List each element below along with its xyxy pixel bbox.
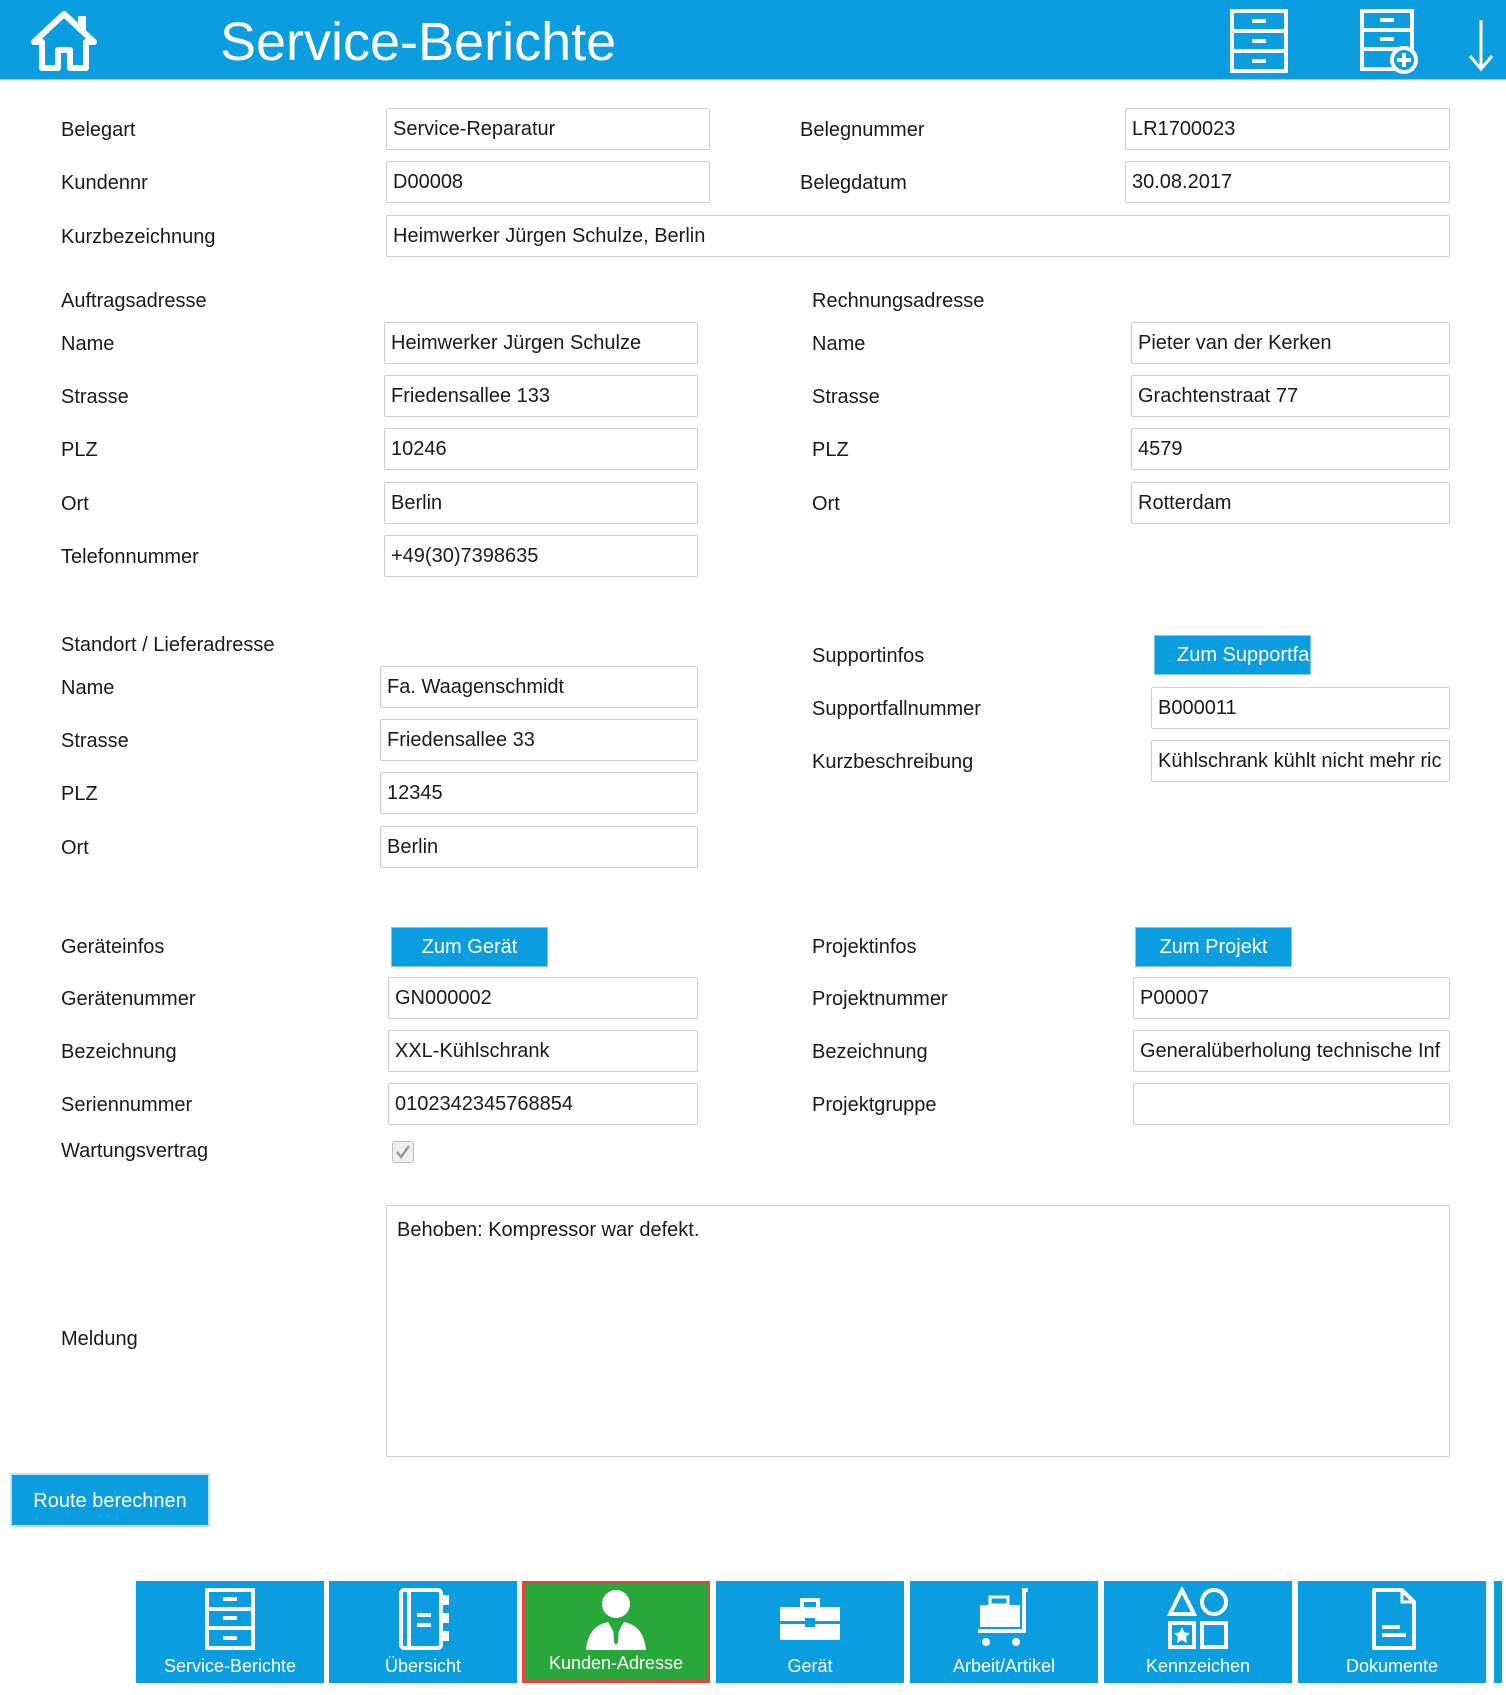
rechnung-strasse-label: Strasse [812, 386, 880, 408]
cart-icon [978, 1588, 1028, 1646]
nav-tab-label: Service-Berichte [163, 1656, 297, 1676]
belegart-label: Belegart [61, 119, 136, 141]
nav-tab-uebersicht[interactable]: Übersicht [329, 1581, 517, 1683]
rechnung-plz-label: PLZ [812, 439, 849, 461]
projektinfos-heading: Projektinfos [812, 936, 917, 958]
seriennummer-label: Seriennummer [61, 1094, 193, 1116]
shapes-icon [1166, 1587, 1228, 1649]
liefer-strasse-label: Strasse [61, 730, 129, 752]
belegdatum-field[interactable]: 30.08.2017 [1125, 161, 1450, 203]
cabinet-icon[interactable] [1228, 8, 1290, 74]
notebook-icon [399, 1588, 449, 1650]
projektgruppe-field[interactable] [1133, 1083, 1450, 1125]
auftrag-name-label: Name [61, 333, 115, 355]
header-bar: Service-Berichte [0, 0, 1506, 80]
supportfallnummer-field[interactable]: B000011 [1151, 687, 1450, 729]
nav-tab-label: Kunden-Adresse [548, 1653, 684, 1673]
kurzbezeichnung-label: Kurzbezeichnung [61, 226, 216, 248]
arrow-down-icon[interactable] [1466, 18, 1496, 72]
auftrag-strasse-label: Strasse [61, 386, 129, 408]
rechnung-plz-field[interactable]: 4579 [1131, 428, 1450, 470]
liefer-ort-field[interactable]: Berlin [380, 826, 698, 868]
projektnummer-field[interactable]: P00007 [1133, 977, 1450, 1019]
meldung-label: Meldung [61, 1328, 138, 1350]
auftrag-ort-label: Ort [61, 493, 89, 515]
rechnung-strasse-field[interactable]: Grachtenstraat 77 [1131, 375, 1450, 417]
telefon-field[interactable]: +49(30)7398635 [384, 535, 698, 577]
kurzbeschreibung-field[interactable]: Kühlschrank kühlt nicht mehr ric [1151, 740, 1450, 782]
nav-tab-label: Arbeit/Artikel [952, 1656, 1056, 1676]
projektnummer-label: Projektnummer [812, 988, 948, 1010]
meldung-textarea[interactable]: Behoben: Kompressor war defekt. [386, 1205, 1450, 1457]
belegnummer-label: Belegnummer [800, 119, 925, 141]
liefer-plz-field[interactable]: 12345 [380, 772, 698, 814]
auftrag-plz-label: PLZ [61, 439, 98, 461]
nav-tab-label: Übersicht [384, 1656, 462, 1676]
toolbox-icon [780, 1598, 840, 1640]
auftragsadresse-heading: Auftragsadresse [61, 290, 207, 312]
auftrag-ort-field[interactable]: Berlin [384, 482, 698, 524]
document-icon [1372, 1588, 1416, 1650]
liefer-name-field[interactable]: Fa. Waagenschmidt [380, 666, 698, 708]
zum-projekt-button[interactable]: Zum Projekt [1135, 927, 1292, 967]
auftrag-strasse-field[interactable]: Friedensallee 133 [384, 375, 698, 417]
zum-geraet-button[interactable]: Zum Gerät [391, 927, 548, 967]
nav-tab-dokumente[interactable]: Dokumente [1298, 1581, 1486, 1683]
kundennr-label: Kundennr [61, 172, 148, 194]
wartungsvertrag-checkbox[interactable] [392, 1141, 414, 1163]
belegart-field[interactable]: Service-Reparatur [386, 108, 710, 150]
geraetenummer-field[interactable]: GN000002 [388, 977, 698, 1019]
nav-tab-label: Dokumente [1345, 1656, 1439, 1676]
rechnung-name-field[interactable]: Pieter van der Kerken [1131, 322, 1450, 364]
nav-overflow-edge [1494, 1581, 1502, 1683]
zum-supportfall-button[interactable]: Zum Supportfa [1154, 635, 1311, 675]
liefer-name-label: Name [61, 677, 115, 699]
rechnungsadresse-heading: Rechnungsadresse [812, 290, 985, 312]
seriennummer-field[interactable]: 0102342345768854 [388, 1083, 698, 1125]
home-icon[interactable] [30, 10, 98, 72]
wartungsvertrag-label: Wartungsvertrag [61, 1140, 209, 1162]
auftrag-name-field[interactable]: Heimwerker Jürgen Schulze [384, 322, 698, 364]
rechnung-ort-label: Ort [812, 493, 840, 515]
geraetenummer-label: Gerätenummer [61, 988, 196, 1010]
lieferadresse-heading: Standort / Lieferadresse [61, 634, 275, 656]
kurzbezeichnung-field[interactable]: Heimwerker Jürgen Schulze, Berlin [386, 215, 1450, 257]
belegnummer-field[interactable]: LR1700023 [1125, 108, 1450, 150]
supportinfos-heading: Supportinfos [812, 645, 925, 667]
telefon-label: Telefonnummer [61, 546, 199, 568]
liefer-plz-label: PLZ [61, 783, 98, 805]
checkmark-icon [396, 1145, 411, 1160]
geraet-bezeichnung-label: Bezeichnung [61, 1041, 177, 1063]
route-berechnen-button[interactable]: Route berechnen [10, 1473, 210, 1527]
nav-tab-label: Gerät [787, 1656, 833, 1676]
geraet-bezeichnung-field[interactable]: XXL-Kühlschrank [388, 1030, 698, 1072]
person-icon [586, 1590, 646, 1650]
supportfallnummer-label: Supportfallnummer [812, 698, 981, 720]
kurzbeschreibung-label: Kurzbeschreibung [812, 751, 974, 773]
liefer-ort-label: Ort [61, 837, 89, 859]
nav-tab-arbeit-artikel[interactable]: Arbeit/Artikel [910, 1581, 1098, 1683]
rechnung-name-label: Name [812, 333, 866, 355]
add-cabinet-icon[interactable] [1358, 8, 1420, 74]
projekt-bezeichnung-label: Bezeichnung [812, 1041, 928, 1063]
rechnung-ort-field[interactable]: Rotterdam [1131, 482, 1450, 524]
page-title: Service-Berichte [220, 12, 617, 72]
nav-tab-geraet[interactable]: Gerät [716, 1581, 904, 1683]
nav-tab-kennzeichen[interactable]: Kennzeichen [1104, 1581, 1292, 1683]
auftrag-plz-field[interactable]: 10246 [384, 428, 698, 470]
nav-tab-kunden-adresse[interactable]: Kunden-Adresse [522, 1581, 710, 1683]
liefer-strasse-field[interactable]: Friedensallee 33 [380, 719, 698, 761]
projekt-bezeichnung-field[interactable]: Generalüberholung technische Inf [1133, 1030, 1450, 1072]
nav-tab-service-berichte[interactable]: Service-Berichte [136, 1581, 324, 1683]
geraeteinfos-heading: Geräteinfos [61, 936, 165, 958]
nav-tab-label: Kennzeichen [1145, 1656, 1251, 1676]
projektgruppe-label: Projektgruppe [812, 1094, 937, 1116]
kundennr-field[interactable]: D00008 [386, 161, 710, 203]
cabinet-icon [205, 1588, 255, 1650]
belegdatum-label: Belegdatum [800, 172, 907, 194]
